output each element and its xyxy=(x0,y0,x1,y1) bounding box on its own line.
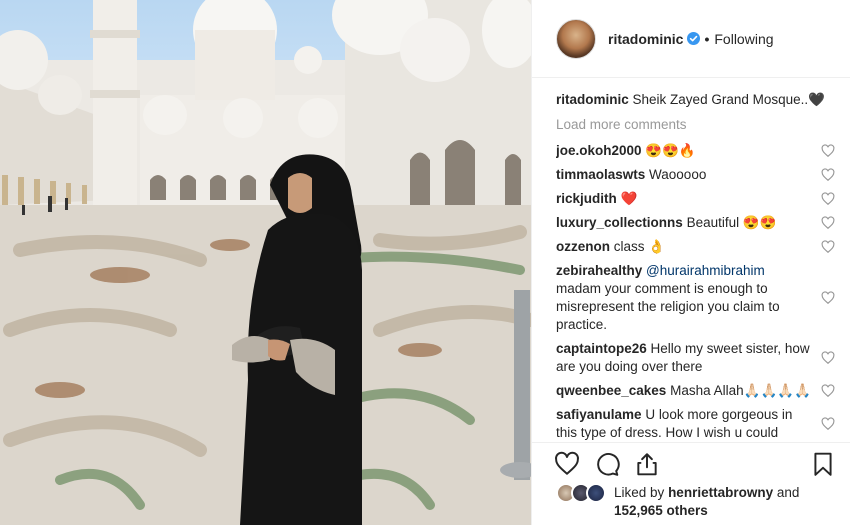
likes-user[interactable]: henriettabrowny xyxy=(668,485,773,500)
heart-icon[interactable] xyxy=(821,384,835,398)
load-more-comments-button[interactable]: Load more comments xyxy=(556,114,850,136)
comment-username[interactable]: qweenbee_cakes xyxy=(556,383,666,398)
action-bar xyxy=(532,442,850,482)
heart-icon[interactable] xyxy=(821,216,835,230)
post-header: ritadominic • Following xyxy=(532,0,850,78)
caption-text: Sheik Zayed Grand Mosque..🖤 xyxy=(632,92,825,107)
comment-item: joe.okoh2000 😍😍🔥 xyxy=(556,142,850,160)
comment-item: rickjudith ❤️ xyxy=(556,190,850,208)
comment-text: 😍😍🔥 xyxy=(645,143,696,158)
author-avatar[interactable] xyxy=(556,18,596,59)
comment-text: Waooooo xyxy=(649,167,707,182)
likes-count[interactable]: 152,965 others xyxy=(614,503,708,518)
comment-icon[interactable] xyxy=(594,451,620,477)
likes-prefix: Liked by xyxy=(614,485,665,500)
comment-text: Beautiful 😍😍 xyxy=(686,215,777,230)
comment-text: madam your comment is enough to misrepre… xyxy=(556,281,780,332)
comment-item: timmaolaswts Waooooo xyxy=(556,166,850,184)
likes-connector: and xyxy=(776,485,800,500)
comment-username[interactable]: rickjudith xyxy=(556,191,617,206)
likes-text: Liked by henriettabrowny and 152,965 oth… xyxy=(614,484,846,520)
comment-item: qweenbee_cakes Masha Allah🙏🏻🙏🏻🙏🏻🙏🏻 xyxy=(556,382,850,400)
comment-username[interactable]: safiyanulame xyxy=(556,407,642,422)
heart-icon[interactable] xyxy=(821,240,835,254)
post-photo[interactable] xyxy=(0,0,531,525)
comment-username[interactable]: timmaolaswts xyxy=(556,167,645,182)
following-button[interactable]: Following xyxy=(714,31,773,47)
comments-list: ritadominic Sheik Zayed Grand Mosque..🖤 … xyxy=(556,88,850,440)
like-heart-icon[interactable] xyxy=(554,451,580,477)
comment-item: ozzenon class 👌 xyxy=(556,238,850,256)
instagram-post: ritadominic • Following ritadominic Shei… xyxy=(0,0,850,525)
likes-summary: Liked by henriettabrowny and 152,965 oth… xyxy=(556,483,846,520)
liker-avatar xyxy=(586,483,606,503)
caption-username[interactable]: ritadominic xyxy=(556,92,629,107)
comment-item: luxury_collectionns Beautiful 😍😍 xyxy=(556,214,850,232)
bookmark-icon[interactable] xyxy=(810,451,836,477)
verified-badge-icon xyxy=(687,32,701,45)
share-icon[interactable] xyxy=(634,451,660,477)
comment-username[interactable]: luxury_collectionns xyxy=(556,215,683,230)
heart-icon[interactable] xyxy=(821,144,835,158)
heart-icon[interactable] xyxy=(821,291,835,305)
comment-username[interactable]: ozzenon xyxy=(556,239,610,254)
comment-item: safiyanulame U look more gorgeous in thi… xyxy=(556,406,850,440)
author-username[interactable]: ritadominic xyxy=(608,31,683,47)
mosque-photo-illustration xyxy=(0,0,531,525)
comment-text: ❤️ xyxy=(620,191,638,206)
post-side-panel: ritadominic • Following ritadominic Shei… xyxy=(531,0,850,525)
post-caption: ritadominic Sheik Zayed Grand Mosque..🖤 xyxy=(556,88,850,112)
heart-icon[interactable] xyxy=(821,351,835,365)
comment-item: captaintope26 Hello my sweet sister, how… xyxy=(556,340,850,376)
comment-username[interactable]: captaintope26 xyxy=(556,341,647,356)
comment-text: Masha Allah🙏🏻🙏🏻🙏🏻🙏🏻 xyxy=(670,383,811,398)
heart-icon[interactable] xyxy=(821,417,835,431)
comment-item: zebirahealthy @hurairahmibrahim madam yo… xyxy=(556,262,850,334)
comment-username[interactable]: joe.okoh2000 xyxy=(556,143,642,158)
heart-icon[interactable] xyxy=(821,192,835,206)
liker-avatars[interactable] xyxy=(556,483,608,503)
heart-icon[interactable] xyxy=(821,168,835,182)
header-separator: • xyxy=(704,30,710,47)
comment-text: class 👌 xyxy=(613,239,666,254)
comment-mention[interactable]: @hurairahmibrahim xyxy=(646,263,765,278)
comment-username[interactable]: zebirahealthy xyxy=(556,263,642,278)
